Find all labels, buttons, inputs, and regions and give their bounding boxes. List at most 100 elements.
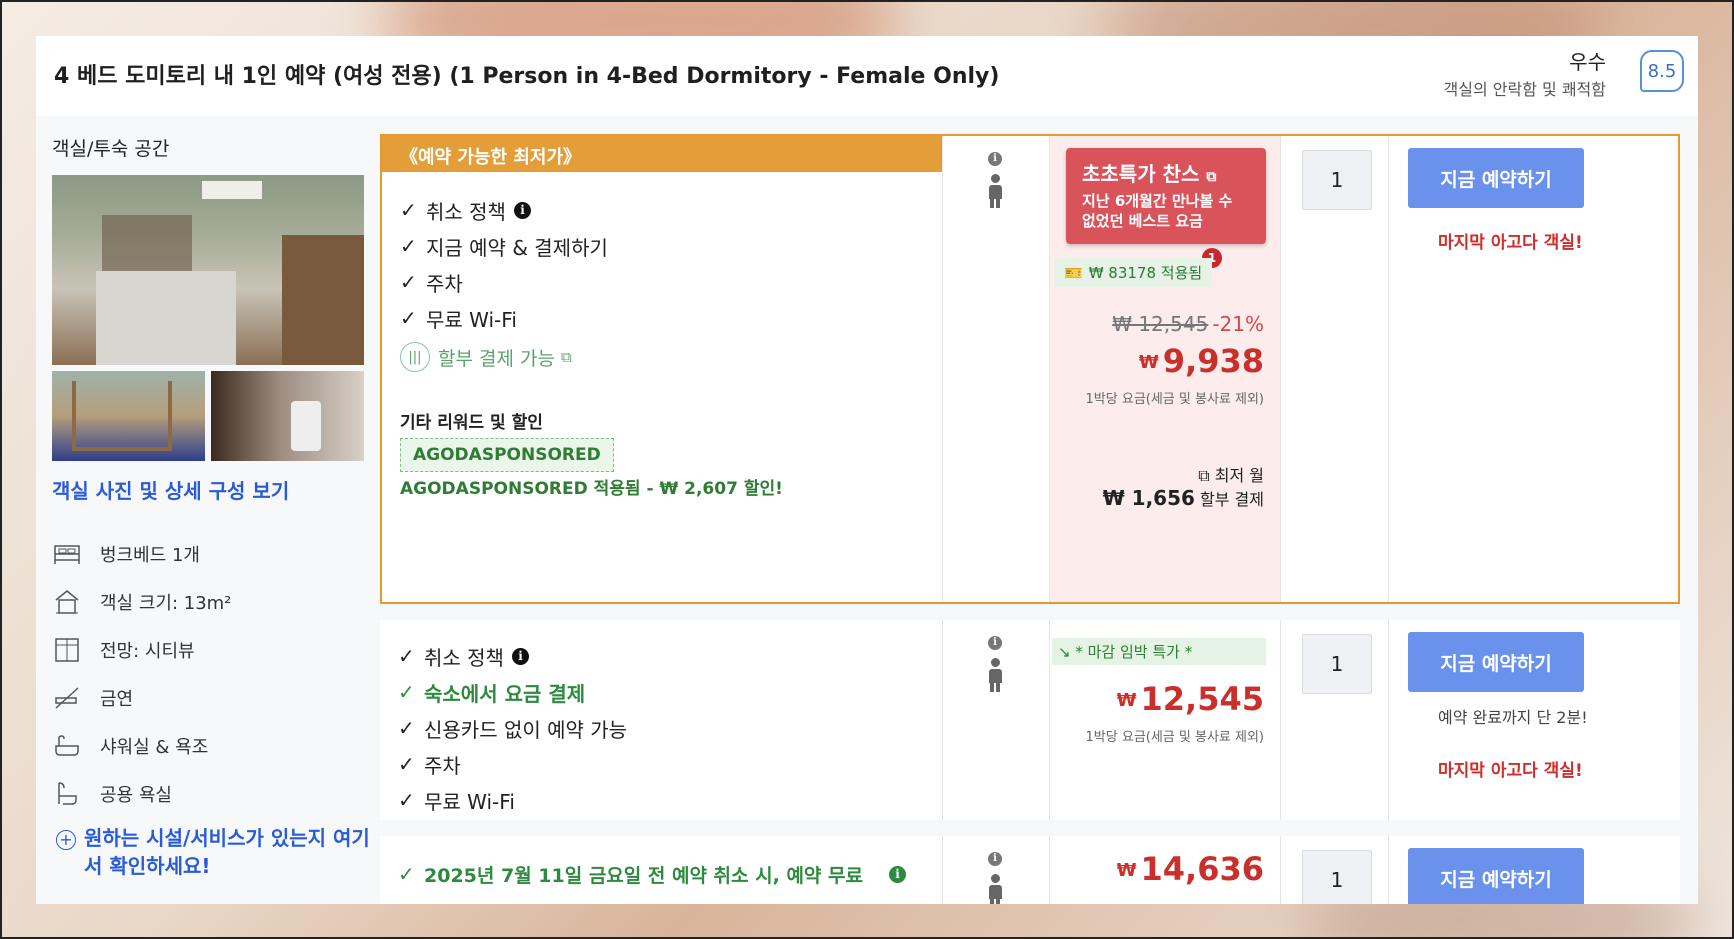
review-score-badge[interactable]: 8.5 — [1640, 50, 1684, 92]
room-info-column: 객실/투숙 공간 객실 사진 및 상세 구성 보기 벙크베드 1개 객실 크기: — [52, 134, 372, 880]
price-cell: ₩14,636 — [1050, 836, 1280, 904]
rewards-heading: 기타 리워드 및 할인 — [400, 413, 543, 433]
review-score-label: 우수 — [1569, 50, 1606, 74]
feature-label: 전망: 시티뷰 — [100, 641, 195, 662]
bed-icon — [52, 539, 82, 569]
book-now-button[interactable]: 지금 예약하기 — [1408, 148, 1584, 208]
facility-check-link[interactable]: + 원하는 시설/서비스가 있는지 여기서 확인하세요! — [52, 824, 372, 880]
check-icon: ✓ — [398, 862, 415, 886]
inclusion-item: ✓ 숙소에서 요금 결제 — [398, 674, 627, 710]
info-icon[interactable]: i — [988, 852, 1002, 866]
installment-link[interactable]: ||| 할부 결제 가능 ⧉ — [400, 342, 608, 372]
check-icon: ✓ — [400, 198, 417, 222]
last-room-notice: 마지막 아고다 객실! — [1438, 233, 1583, 253]
inclusion-label: 주차 — [424, 753, 461, 778]
review-score-description: 객실의 안락함 및 쾌적함 — [1443, 80, 1606, 99]
person-icon — [987, 174, 1003, 208]
person-icon — [987, 658, 1003, 692]
check-icon: ✓ — [398, 716, 415, 740]
final-price: ₩14,636 — [1117, 850, 1264, 888]
quantity-select[interactable]: 1 — [1302, 850, 1372, 904]
installment-min[interactable]: ⧉ 최저 월 — [1198, 462, 1264, 486]
deal-badge[interactable]: 초초특가 찬스 ⧉ 지난 6개월간 만나볼 수 없었던 베스트 요금 — [1066, 148, 1266, 244]
book-now-button[interactable]: 지금 예약하기 — [1408, 848, 1584, 904]
feature-item: 금연 — [52, 674, 372, 722]
feature-label: 샤워실 & 욕조 — [100, 737, 209, 758]
feature-item: 샤워실 & 욕조 — [52, 722, 372, 770]
best-price-banner: 《예약 가능한 최저가》 — [382, 136, 942, 172]
price-cell: 초초특가 찬스 ⧉ 지난 6개월간 만나볼 수 없었던 베스트 요금 1 🎫 ₩… — [1050, 136, 1280, 602]
original-price: ₩ 12,545 — [1112, 312, 1209, 336]
last-minute-deal-tag: ↘ * 마감 임박 특가 * — [1052, 638, 1266, 665]
inclusion-label: 숙소에서 요금 결제 — [424, 681, 586, 706]
coupon-applied[interactable]: 🎫 ₩ 83178 적용됨 — [1054, 258, 1213, 287]
offer-row: ✓ 취소 정책 i ✓ 숙소에서 요금 결제 ✓ 신용카드 없이 예약 가능 ✓ 주차 ✓… — [380, 620, 1680, 820]
info-icon[interactable]: i — [988, 636, 1002, 650]
final-price: ₩9,938 — [1139, 342, 1264, 380]
check-icon: ✓ — [398, 680, 415, 704]
inclusion-item: ✓ 지금 예약 & 결제하기 — [400, 228, 608, 264]
promo-applied-text: AGODASPONSORED 적용됨 - ₩ 2,607 할인! — [400, 479, 783, 499]
external-link-icon: ⧉ — [1198, 466, 1215, 485]
inclusion-item: ✓ 신용카드 없이 예약 가능 — [398, 710, 627, 746]
deal-title: 초초특가 찬스 — [1082, 162, 1200, 186]
house-icon — [52, 587, 82, 617]
feature-label: 공용 욕실 — [100, 785, 172, 806]
check-icon: ✓ — [398, 752, 415, 776]
room-title: 4 베드 도미토리 내 1인 예약 (여성 전용) (1 Person in 4… — [54, 64, 1000, 89]
currency-symbol: ₩ — [1116, 860, 1137, 881]
feature-item: 객실 크기: 13m² — [52, 578, 372, 626]
no-smoking-icon — [52, 683, 82, 713]
inclusion-label: 무료 Wi-Fi — [426, 307, 517, 332]
inclusion-item: ✓ 취소 정책 i — [398, 638, 627, 674]
offer-row-best-price: 《예약 가능한 최저가》 ✓ 취소 정책 i ✓ 지금 예약 & 결제하기 ✓ 주차 ✓… — [380, 134, 1680, 604]
inclusion-item: ✓ 취소 정책 i — [400, 192, 608, 228]
inclusion-label: 주차 — [426, 271, 463, 296]
feature-item: 공용 욕실 — [52, 770, 372, 818]
room-photo-main[interactable] — [52, 175, 364, 365]
final-price: ₩12,545 — [1117, 680, 1264, 718]
price-value: 12,545 — [1140, 680, 1264, 718]
info-icon[interactable]: i — [513, 201, 531, 219]
inclusion-item: ✓ 2025년 7월 11일 금요일 전 예약 취소 시, 예약 무료 i — [398, 856, 906, 892]
installment-min-label: 최저 월 — [1214, 466, 1264, 485]
book-now-button[interactable]: 지금 예약하기 — [1408, 632, 1584, 692]
discount-percent: -21% — [1212, 312, 1264, 336]
occupancy-cell: i — [942, 152, 1048, 208]
room-photo-thumbnail[interactable] — [52, 371, 205, 461]
check-icon: ✓ — [400, 234, 417, 258]
shared-bath-icon — [52, 779, 82, 809]
free-cancellation-label: 2025년 7월 11일 금요일 전 예약 취소 시, 예약 무료 — [424, 864, 863, 887]
installment-label: 할부 결제 가능 — [438, 347, 555, 370]
installment-suffix: 할부 결제 — [1200, 490, 1264, 509]
inclusion-label: 무료 Wi-Fi — [424, 789, 515, 814]
bathtub-icon — [52, 731, 82, 761]
quantity-select[interactable]: 1 — [1302, 150, 1372, 210]
window-icon — [52, 635, 82, 665]
booking-time-note: 예약 완료까지 단 2분! — [1438, 708, 1588, 727]
feature-item: 벙크베드 1개 — [52, 530, 372, 578]
offer-row: ✓ 2025년 7월 11일 금요일 전 예약 취소 시, 예약 무료 i i ₩1… — [380, 836, 1680, 904]
view-photos-link[interactable]: 객실 사진 및 상세 구성 보기 — [52, 475, 372, 504]
inclusion-item: ✓ 무료 Wi-Fi — [400, 300, 608, 336]
per-night-note: 1박당 요금(세금 및 봉사료 제외) — [1085, 730, 1264, 745]
info-icon[interactable]: i — [888, 865, 906, 883]
inclusions-list: ✓ 2025년 7월 11일 금요일 전 예약 취소 시, 예약 무료 i — [398, 856, 906, 892]
info-icon[interactable]: i — [988, 152, 1002, 166]
coupon-label: ₩ 83178 적용됨 — [1088, 264, 1203, 282]
feature-label: 금연 — [100, 689, 134, 710]
inclusion-label: 취소 정책 — [424, 645, 504, 670]
person-icon — [987, 874, 1003, 904]
inclusion-item: ✓ 무료 Wi-Fi — [398, 782, 627, 818]
feature-label: 객실 크기: 13m² — [100, 593, 232, 614]
quantity-select[interactable]: 1 — [1302, 634, 1372, 694]
feature-label: 벙크베드 1개 — [100, 545, 200, 566]
room-header: 4 베드 도미토리 내 1인 예약 (여성 전용) (1 Person in 4… — [36, 36, 1698, 116]
facility-check-label: 원하는 시설/서비스가 있는지 여기서 확인하세요! — [84, 826, 370, 878]
external-link-icon: ⧉ — [560, 348, 572, 366]
installment-amount-value: ₩ 1,656 — [1102, 486, 1195, 510]
room-photo-thumbnail[interactable] — [211, 371, 364, 461]
ticket-icon: 🎫 — [1064, 263, 1083, 282]
promo-row: AGODASPONSORED AGODASPONSORED 적용됨 - ₩ 2,… — [400, 438, 910, 506]
info-icon[interactable]: i — [511, 647, 529, 665]
